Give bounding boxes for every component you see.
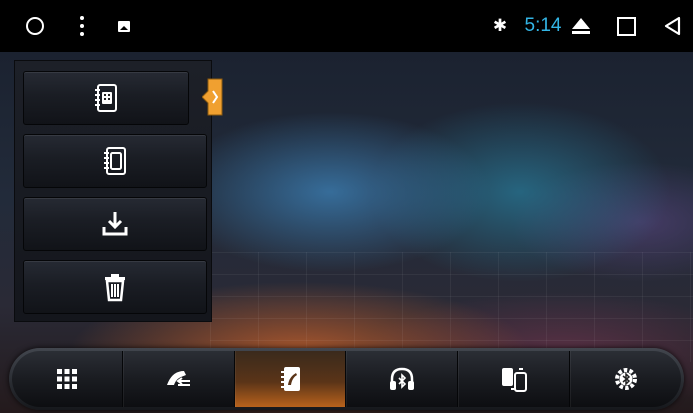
bluetooth-icon: ✱ (492, 16, 508, 36)
bluetooth-settings-icon (615, 368, 638, 390)
dock-device-connect[interactable] (458, 351, 571, 407)
background-grid (210, 252, 693, 362)
circle-icon[interactable] (20, 0, 50, 52)
recent-apps-icon[interactable] (614, 0, 638, 52)
dock-bluetooth-settings[interactable] (570, 351, 681, 407)
main-screen (0, 52, 693, 413)
phonebook-phone-icon (104, 147, 126, 175)
trash-icon (105, 274, 125, 302)
delete-contacts-button[interactable] (23, 260, 207, 314)
phonebook-sim-icon (95, 84, 117, 112)
dock-call-log[interactable] (122, 351, 235, 407)
download-contacts-button[interactable] (23, 197, 207, 251)
sim-phonebook-button[interactable] (23, 71, 189, 125)
call-log-icon (166, 371, 190, 386)
overflow-menu-icon[interactable] (70, 0, 94, 52)
status-bar: ✱ 5:14 (0, 0, 693, 52)
image-notification-icon (112, 0, 136, 52)
back-icon[interactable] (660, 0, 684, 52)
selection-arrow-icon (202, 75, 224, 119)
download-icon (102, 212, 128, 236)
side-menu (14, 60, 223, 322)
dock-bluetooth-music[interactable] (346, 351, 459, 407)
phone-phonebook-button[interactable] (23, 134, 207, 188)
bluetooth-music-icon (390, 367, 415, 390)
contacts-icon (280, 367, 300, 391)
bottom-dock (9, 348, 684, 410)
eject-icon[interactable] (570, 0, 592, 52)
status-clock: 5:14 (524, 15, 562, 36)
dock-contacts[interactable] (234, 351, 347, 407)
dialpad-icon (56, 369, 77, 389)
device-connect-icon (502, 368, 528, 392)
dock-dialpad[interactable] (12, 351, 123, 407)
